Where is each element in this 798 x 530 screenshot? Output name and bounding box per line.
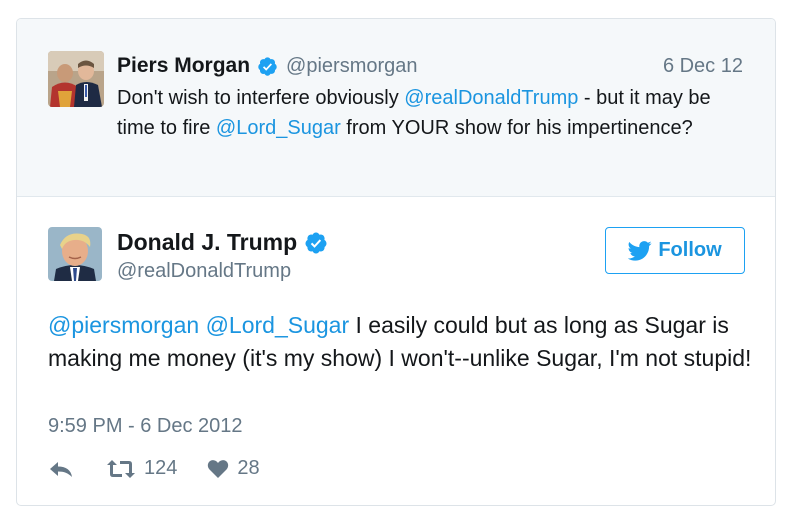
follow-button-label: Follow — [658, 239, 722, 261]
quoted-tweet-text: Don't wish to interfere obviously @realD… — [117, 83, 747, 143]
piers-morgan-avatar[interactable] — [48, 51, 104, 107]
follow-button[interactable]: Follow — [605, 227, 745, 274]
reply-button[interactable] — [48, 459, 74, 479]
retweet-button[interactable]: 124 — [106, 457, 177, 480]
main-author-handle[interactable]: @realDonaldTrump — [117, 260, 291, 283]
quoted-author-handle[interactable]: @piersmorgan — [286, 55, 417, 78]
main-author-name[interactable]: Donald J. Trump — [117, 229, 297, 256]
donald-trump-avatar[interactable] — [48, 227, 102, 281]
retweet-icon — [107, 459, 135, 478]
twitter-bird-icon — [628, 240, 652, 261]
mention-link-realdonaldtrump[interactable]: @realDonaldTrump — [404, 87, 578, 109]
quoted-text-part: from YOUR show for his impertinence? — [340, 117, 693, 139]
quoted-tweet[interactable]: Piers Morgan @piersmorgan 6 Dec 12 Don't… — [17, 19, 775, 197]
retweet-count: 124 — [144, 457, 178, 479]
quoted-tweet-date[interactable]: 6 Dec 12 — [663, 55, 743, 78]
like-button[interactable]: 28 — [207, 457, 260, 480]
verified-badge-icon — [305, 232, 327, 253]
mention-link-lord-sugar[interactable]: @Lord_Sugar — [216, 117, 341, 139]
tweet-timestamp[interactable]: 9:59 PM - 6 Dec 2012 — [48, 415, 243, 438]
verified-badge-icon — [258, 56, 277, 76]
mention-link-piersmorgan[interactable]: @piersmorgan — [48, 312, 199, 338]
heart-icon — [208, 459, 229, 478]
main-tweet-text: @piersmorgan @Lord_Sugar I easily could … — [48, 309, 758, 375]
quoted-text-part: Don't wish to interfere obviously — [117, 87, 405, 109]
like-count: 28 — [237, 457, 260, 479]
quoted-author-name[interactable]: Piers Morgan — [117, 54, 250, 78]
mention-link-lord-sugar[interactable]: @Lord_Sugar — [206, 312, 350, 338]
reply-icon — [50, 461, 72, 477]
tweet-card: Piers Morgan @piersmorgan 6 Dec 12 Don't… — [16, 18, 776, 506]
tweet-actions: 124 28 — [48, 457, 260, 480]
